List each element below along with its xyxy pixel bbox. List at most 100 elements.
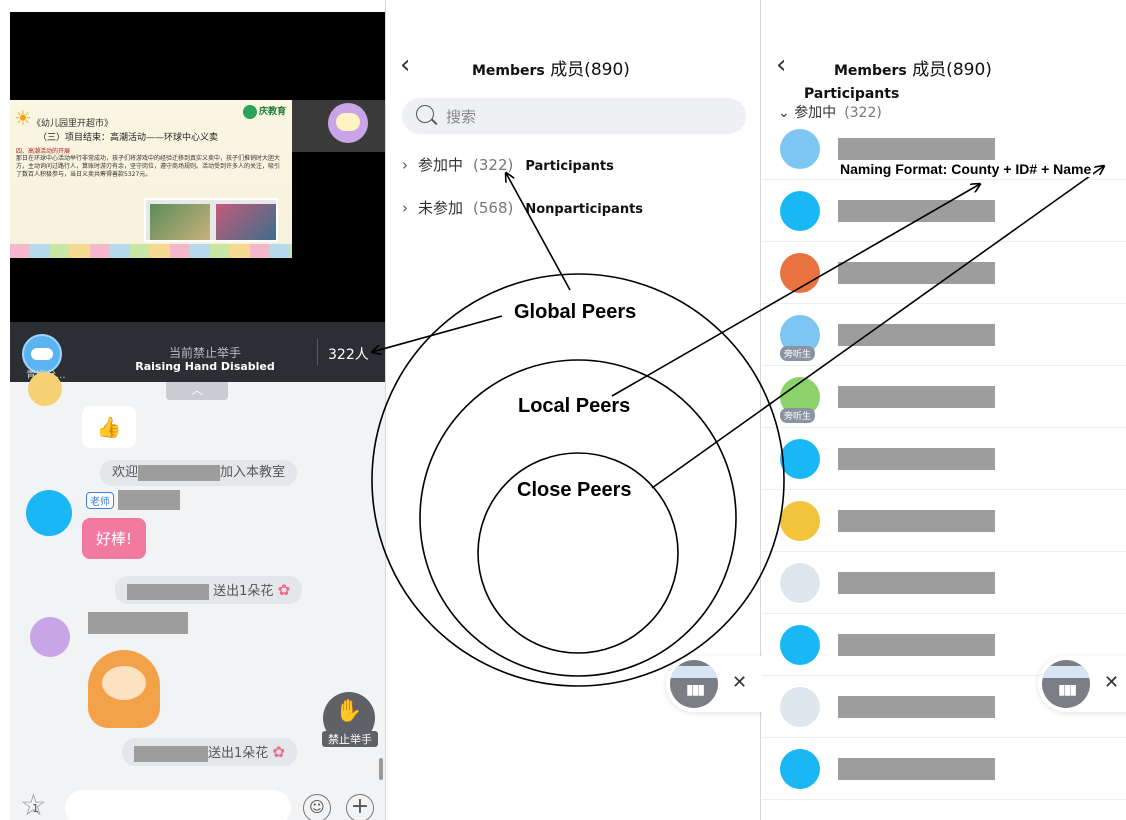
redacted-name <box>838 758 995 780</box>
audit-tag: 旁听生 <box>780 408 816 423</box>
local-peers-label: Local Peers <box>518 395 631 417</box>
chat-area: ︿ 👍 欢迎 加入本教室 老师 好棒! 送出1朵花 ✿ ✋ 禁止举手 送出1朵花 … <box>10 372 385 820</box>
members-title-cn: 成员(890) <box>550 60 630 80</box>
hand-icon: ✋ <box>335 699 363 724</box>
slide-title: 《幼儿园里开超市》 <box>32 119 114 129</box>
close-icon[interactable]: ✕ <box>732 672 747 693</box>
global-peers-label: Global Peers <box>514 301 637 323</box>
redacted-name <box>838 448 995 470</box>
list-item[interactable] <box>762 180 1126 242</box>
welcome-prefix: 欢迎 <box>112 465 139 480</box>
group-count: (322) <box>473 156 514 174</box>
praise-bubble: 好棒! <box>82 518 147 559</box>
slide-photos <box>144 198 278 242</box>
list-item[interactable] <box>762 738 1126 800</box>
participant-avatar <box>780 253 820 293</box>
divider <box>317 339 318 365</box>
list-item[interactable] <box>762 552 1126 614</box>
logo-text: 庆教育 <box>258 107 286 117</box>
list-item[interactable] <box>762 242 1126 304</box>
raise-hand-status-cn: 当前禁止举手 <box>168 346 241 360</box>
list-item[interactable] <box>762 490 1126 552</box>
participant-avatar <box>780 687 820 727</box>
flower-icon: ✿ <box>272 743 285 761</box>
video-area: ☀ 庆教育 《幼儿园里开超市》 （三）项目结束：高潮活动——环球中心义卖 四、高… <box>10 12 385 322</box>
slide-section-head: 四、高潮活动的开展 <box>16 148 71 155</box>
section-title-en: Participants <box>804 86 900 102</box>
teacher-camera[interactable] <box>292 100 385 152</box>
tiger-sticker <box>88 650 160 728</box>
slide-logo: 庆教育 <box>242 104 286 119</box>
audio-bars-icon: ▮▮▮ <box>686 682 705 698</box>
floating-video-chip[interactable]: ▮▮▮ ✕ <box>666 656 776 712</box>
teacher-avatar <box>328 103 368 143</box>
classroom-panel: ☀ 庆教育 《幼儿园里开超市》 （三）项目结束：高潮活动——环球中心义卖 四、高… <box>0 0 385 820</box>
search-icon <box>416 105 434 123</box>
slide-photo <box>150 204 210 240</box>
chat-avatar <box>28 372 62 406</box>
presentation-slide: ☀ 庆教育 《幼儿园里开超市》 （三）项目结束：高潮活动——环球中心义卖 四、高… <box>10 100 292 258</box>
collapse-chevron-icon[interactable]: ︿ <box>166 382 228 400</box>
audit-tag: 旁听生 <box>780 346 816 361</box>
redacted-name <box>838 138 995 160</box>
list-item[interactable]: 旁听生 <box>762 366 1126 428</box>
sun-icon: ☀ <box>14 106 32 130</box>
list-item[interactable] <box>762 428 1126 490</box>
group-nonparticipants[interactable]: › 未参加 (568) Nonparticipants <box>402 197 643 218</box>
redacted-name <box>118 490 180 510</box>
naming-format-label: Naming Format: County + ID# + Name <box>838 161 1094 177</box>
slide-decoration <box>10 244 292 258</box>
participant-count[interactable]: 322人 <box>328 344 369 364</box>
participant-avatar <box>780 749 820 789</box>
classroom-status-bar: 青椒分... 当前禁止举手 Raising Hand Disabled 322人 <box>10 322 385 382</box>
redacted-name <box>838 510 995 532</box>
redacted-name <box>838 634 995 656</box>
flower-text: 送出1朵花 <box>208 746 269 761</box>
members-title: Members 成员(890) <box>472 55 630 80</box>
participant-avatar <box>780 625 820 665</box>
participant-avatar <box>780 501 820 541</box>
participant-avatar <box>780 191 820 231</box>
teacher-tag: 老师 <box>86 492 114 509</box>
chevron-left-icon[interactable]: ‹ <box>776 52 786 78</box>
star-count: 1 <box>32 802 39 815</box>
redacted-name <box>138 464 221 481</box>
search-box[interactable]: 搜索 <box>402 98 746 134</box>
redacted-name <box>134 745 208 762</box>
emoji-icon[interactable]: ☺ <box>303 794 331 820</box>
chevron-right-icon: › <box>402 199 408 217</box>
video-thumbnail: ▮▮▮ <box>670 660 718 708</box>
list-item[interactable]: 旁听生 <box>762 304 1126 366</box>
group-label: 参加中 <box>418 156 464 174</box>
redacted-name <box>838 386 995 408</box>
video-thumbnail: ▮▮▮ <box>1042 660 1090 708</box>
redacted-name <box>127 583 209 600</box>
participants-panel: ‹ Members 成员(890) Participants ⌄ 参加中 (322… <box>762 0 1126 820</box>
raise-hand-label: 禁止举手 <box>322 731 378 747</box>
thumbs-up-icon: 👍 <box>82 406 136 448</box>
slide-subtitle: （三）项目结束：高潮活动——环球中心义卖 <box>38 133 219 143</box>
group-label-en: Participants <box>525 159 614 174</box>
scrollbar[interactable] <box>379 758 383 780</box>
floating-video-chip[interactable]: ▮▮▮ ✕ <box>1038 656 1126 712</box>
members-title-en: Members <box>834 63 907 79</box>
participant-avatar <box>780 563 820 603</box>
group-participants[interactable]: › 参加中 (322) Participants <box>402 154 614 175</box>
redacted-name <box>838 262 995 284</box>
group-label: 未参加 <box>418 199 464 217</box>
chevron-left-icon[interactable]: ‹ <box>400 52 410 78</box>
welcome-message: 欢迎 加入本教室 <box>100 460 298 486</box>
flower-text: 送出1朵花 <box>213 584 274 599</box>
flower-icon: ✿ <box>277 581 291 599</box>
teacher-chat-avatar <box>26 490 72 536</box>
slide-body: 那日在环球中心活动举行非常成功，孩子们将游戏中的经验迁移到真实义卖中，孩子们推销… <box>16 155 281 178</box>
sticker-face <box>102 666 146 700</box>
logo-icon <box>242 104 257 119</box>
plus-icon[interactable]: + <box>346 794 374 820</box>
close-icon[interactable]: ✕ <box>1104 672 1119 693</box>
group-count: (568) <box>473 199 514 217</box>
chat-input[interactable] <box>65 790 291 820</box>
welcome-suffix: 加入本教室 <box>220 465 286 480</box>
chat-input-bar: ☆ 1 ☺ + <box>10 782 385 820</box>
members-title-en: Members <box>472 63 545 79</box>
